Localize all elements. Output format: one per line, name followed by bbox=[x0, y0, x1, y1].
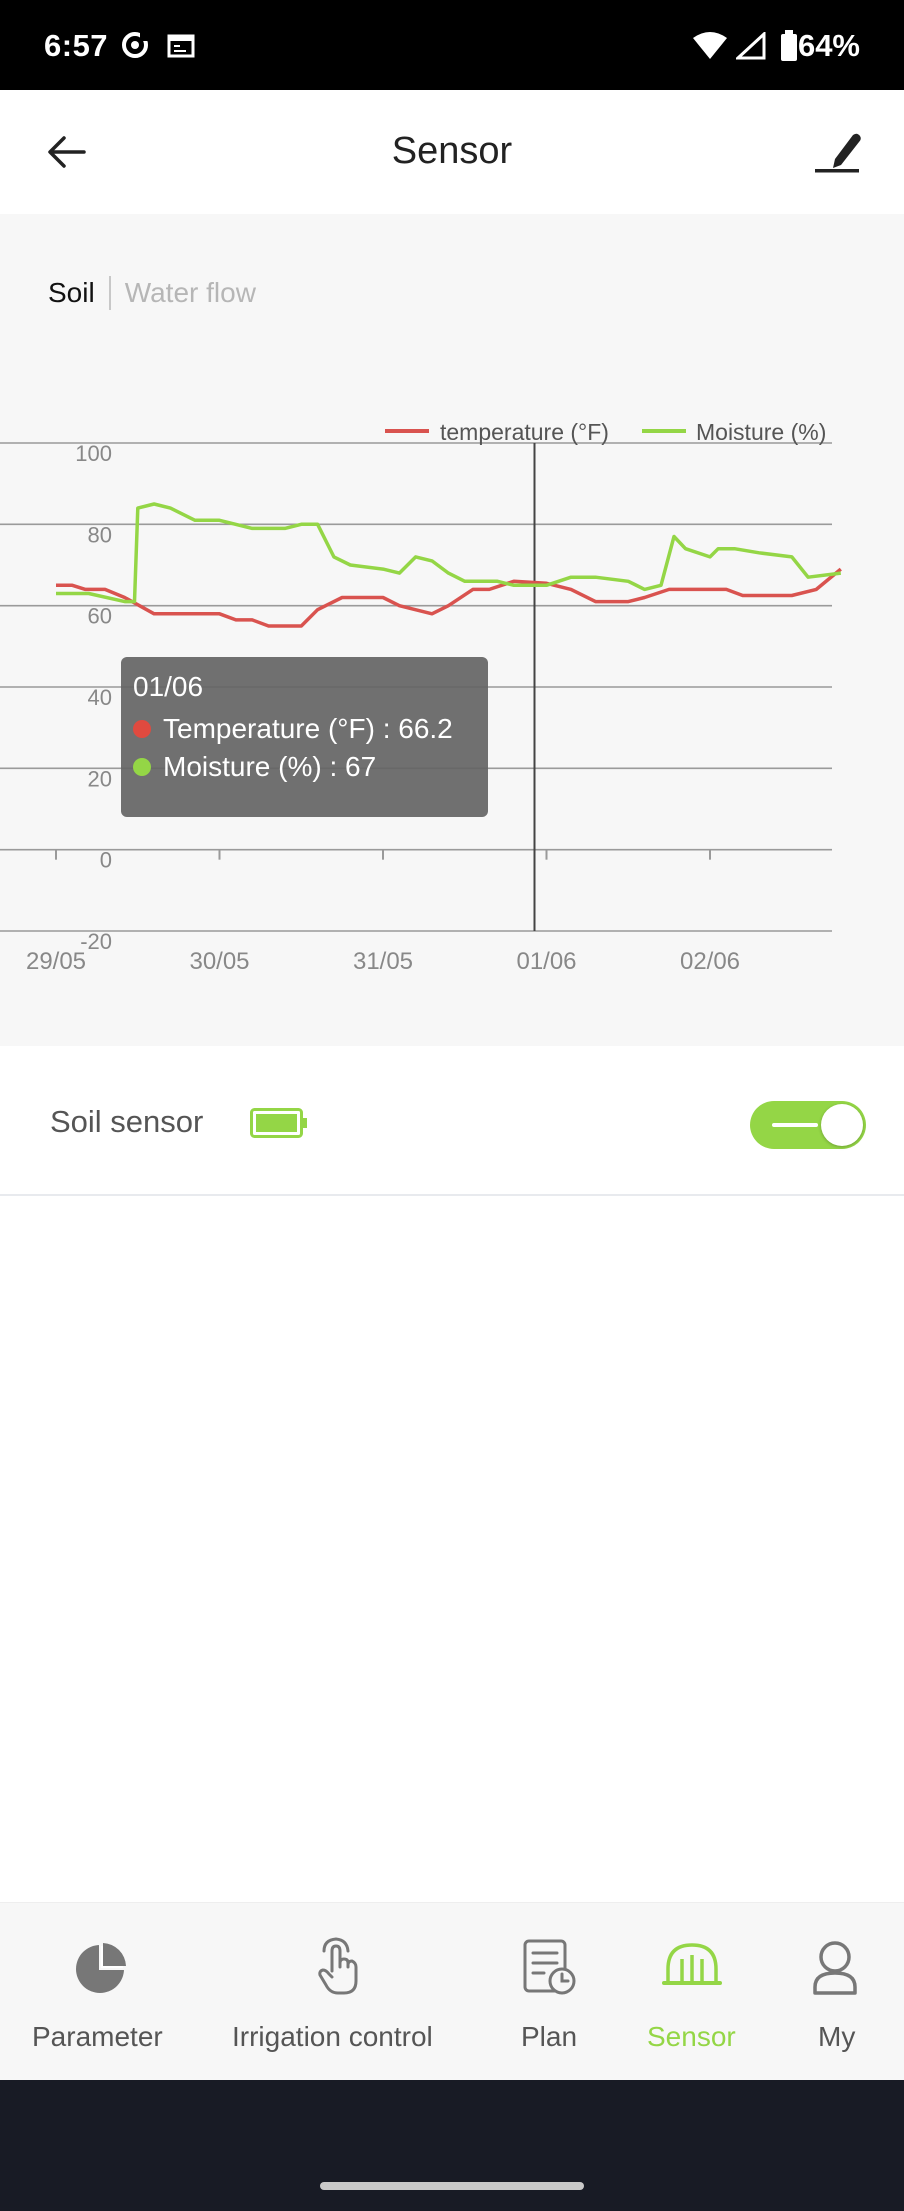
series-line-moisture bbox=[56, 502, 842, 604]
x-tick-label: 01/06 bbox=[516, 948, 576, 975]
x-tick-label: 29/05 bbox=[26, 948, 86, 975]
legend-label: temperature (°F) bbox=[440, 419, 609, 445]
nav-label-plan: Plan bbox=[521, 2021, 578, 2052]
legend-label: Moisture (%) bbox=[696, 419, 826, 445]
tooltip-date: 01/06 bbox=[133, 671, 204, 702]
calendar-icon bbox=[167, 34, 195, 58]
nav-label-sensor: Sensor bbox=[647, 2021, 736, 2052]
chart-tooltip: 01/06 Temperature (°F) : 66.2 Moisture (… bbox=[121, 657, 488, 817]
tooltip-dot-temperature bbox=[133, 720, 151, 738]
tooltip-row-moisture: Moisture (%) : 67 bbox=[133, 751, 476, 783]
nav-plan[interactable]: Plan bbox=[480, 1903, 620, 2081]
tooltip-dot-moisture bbox=[133, 758, 151, 776]
toggle-knob bbox=[821, 1104, 863, 1146]
schedule-icon bbox=[523, 1939, 576, 1995]
system-navigation-bar bbox=[0, 2080, 904, 2211]
bottom-navigation: Parameter Irrigation control Plan Sensor… bbox=[0, 1902, 904, 2080]
sensor-line-chart[interactable]: 100806040200-20 29/05 30/05 31/05 01/06 02/0… bbox=[0, 214, 904, 1046]
x-tick-label: 02/06 bbox=[680, 948, 740, 975]
toggle-track-line bbox=[772, 1123, 818, 1127]
wifi-icon bbox=[693, 32, 727, 59]
nav-label-parameter: Parameter bbox=[32, 2021, 163, 2052]
y-tick-label: 80 bbox=[88, 522, 112, 547]
y-tick-label: 0 bbox=[100, 848, 112, 873]
sensor-toggle[interactable] bbox=[750, 1101, 866, 1149]
home-indicator[interactable] bbox=[320, 2182, 584, 2190]
tooltip-text-moisture: Moisture (%) : 67 bbox=[163, 751, 377, 782]
chart-x-tick-labels: 29/05 30/05 31/05 01/06 02/06 bbox=[26, 849, 740, 975]
chart-legend: temperature (°F) Moisture (%) bbox=[385, 419, 826, 445]
cell-signal-icon bbox=[736, 32, 766, 60]
chart-series bbox=[56, 502, 842, 628]
pie-chart-icon bbox=[76, 1943, 126, 1993]
nav-irrigation-control[interactable]: Irrigation control bbox=[200, 1903, 480, 2081]
chart-y-tick-labels: 100806040200-20 bbox=[75, 441, 112, 954]
status-time: 6:57 bbox=[44, 28, 109, 63]
sensor-icon bbox=[662, 1943, 722, 1985]
sensor-card: Soil sensor bbox=[0, 1048, 904, 1196]
pencil-icon bbox=[815, 133, 861, 173]
page-title: Sensor bbox=[391, 130, 513, 172]
nav-my[interactable]: My bbox=[765, 1903, 904, 2081]
hand-touch-icon bbox=[318, 1937, 358, 1995]
sync-icon bbox=[122, 32, 148, 58]
tooltip-row-temperature: Temperature (°F) : 66.2 bbox=[133, 713, 476, 745]
y-tick-label: 60 bbox=[88, 604, 112, 629]
nav-label-my: My bbox=[818, 2021, 856, 2052]
nav-label-irrigation-control: Irrigation control bbox=[232, 2021, 433, 2052]
sensor-label: Soil sensor bbox=[50, 1104, 204, 1139]
y-tick-label: 20 bbox=[88, 766, 112, 791]
battery-percentage: 64% bbox=[797, 28, 860, 63]
y-tick-label: 100 bbox=[75, 441, 112, 466]
edit-button[interactable] bbox=[806, 120, 870, 184]
app-header: Sensor bbox=[0, 90, 904, 214]
battery-status-icon bbox=[781, 30, 797, 61]
y-tick-label: 40 bbox=[88, 685, 112, 710]
tooltip-text-temperature: Temperature (°F) : 66.2 bbox=[163, 713, 453, 744]
x-tick-label: 30/05 bbox=[189, 948, 249, 975]
nav-sensor[interactable]: Sensor bbox=[620, 1903, 765, 2081]
series-line-temperature bbox=[56, 567, 842, 628]
battery-full-icon bbox=[250, 1108, 307, 1138]
nav-parameter[interactable]: Parameter bbox=[0, 1903, 200, 2081]
x-tick-label: 31/05 bbox=[353, 948, 413, 975]
status-bar: 6:57 64% bbox=[0, 0, 904, 90]
user-icon bbox=[813, 1941, 857, 1995]
chart-panel: Soil Water flow 100 80 60 40 20 0 -20 29/05 30/… bbox=[0, 214, 904, 1046]
